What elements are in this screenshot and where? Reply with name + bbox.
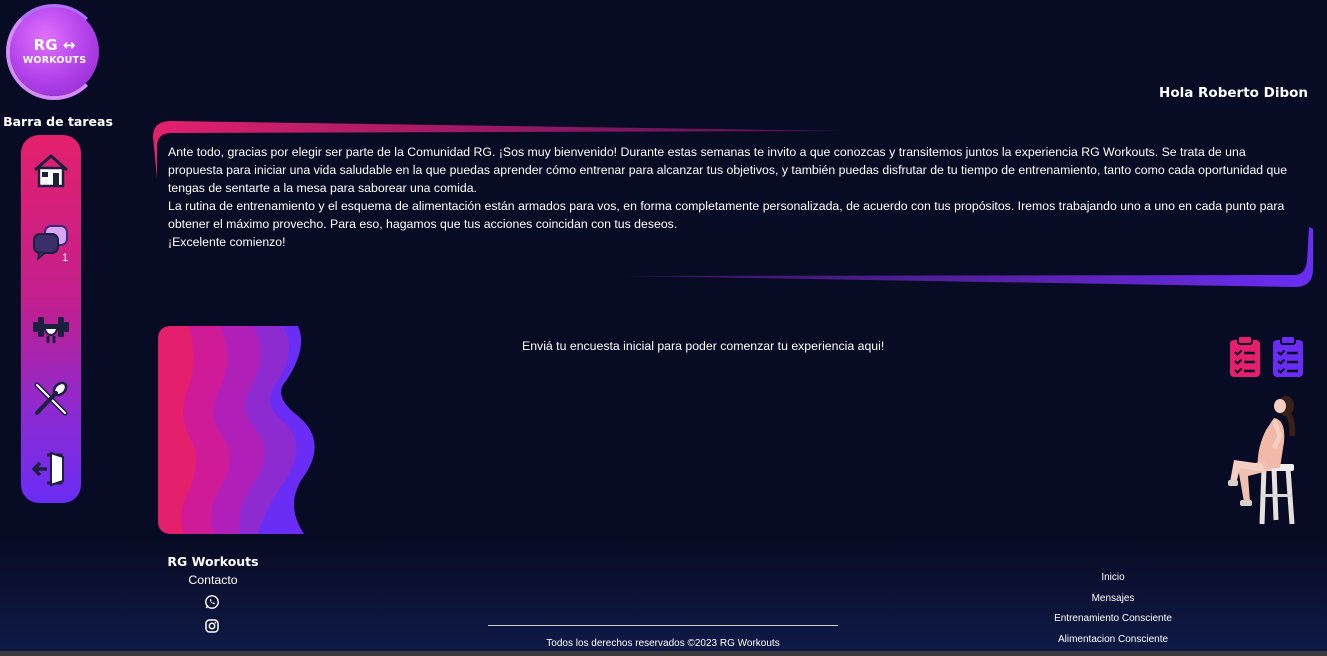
welcome-paragraph-1: Ante todo, gracias por elegir ser parte … [168, 145, 1288, 195]
footer-nav: Inicio Mensajes Entrenamiento Consciente… [1040, 572, 1186, 654]
footer-contact-label: Contacto [188, 573, 238, 587]
welcome-paragraph-3: ¡Excelente comienzo! [168, 235, 286, 249]
messages-badge: 1 [62, 252, 69, 264]
clipboard-icon [1273, 335, 1303, 377]
home-icon [34, 154, 68, 188]
sidebar-item-messages[interactable] [21, 217, 81, 267]
logo-arrows: ↔ [62, 35, 76, 54]
logout-icon [32, 451, 64, 487]
survey-prompt: Enviá tu encuesta inicial para poder com… [522, 339, 885, 353]
welcome-text: Ante todo, gracias por elegir ser parte … [168, 143, 1303, 251]
sidebar: 1 [21, 135, 81, 503]
whatsapp-icon[interactable] [204, 594, 220, 610]
dumbbell-icon [33, 317, 69, 343]
survey-clipboard-button-pink[interactable] [1228, 334, 1262, 378]
welcome-paragraph-2: La rutina de entrenamiento y el esquema … [168, 199, 1285, 231]
footer-link-entrenamiento[interactable]: Entrenamiento Consciente [1040, 613, 1186, 634]
sidebar-item-training[interactable] [21, 302, 81, 352]
woman-on-stool-image [1228, 396, 1296, 525]
sidebar-item-home[interactable] [21, 146, 81, 196]
logo[interactable]: RG ↔ WORKOUTS [6, 4, 102, 100]
instagram-icon[interactable] [204, 618, 220, 634]
footer-link-mensajes[interactable]: Mensajes [1040, 593, 1186, 614]
logo-badge: RG ↔ WORKOUTS [10, 7, 99, 96]
utensils-icon [34, 381, 68, 416]
footer-brand: RG Workouts [167, 554, 259, 569]
welcome-card: Ante todo, gracias por elegir ser parte … [153, 119, 1313, 289]
survey-clipboard-button-purple[interactable] [1271, 334, 1305, 378]
logo-rg-text: RG [33, 35, 58, 54]
sidebar-item-nutrition[interactable] [21, 374, 81, 424]
footer-link-inicio[interactable]: Inicio [1040, 572, 1186, 593]
user-greeting: Hola Roberto Dibon [1159, 85, 1308, 101]
decorative-waves [158, 326, 315, 534]
sidebar-item-logout[interactable] [21, 444, 81, 494]
clipboard-icon [1230, 335, 1260, 377]
bottom-strip [0, 651, 1327, 656]
logo-workouts-text: WORKOUTS [22, 54, 87, 66]
sidebar-title: Barra de tareas [3, 114, 113, 129]
footer-divider [488, 625, 838, 626]
copyright-text: Todos los derechos reservados ©2023 RG W… [546, 638, 780, 649]
